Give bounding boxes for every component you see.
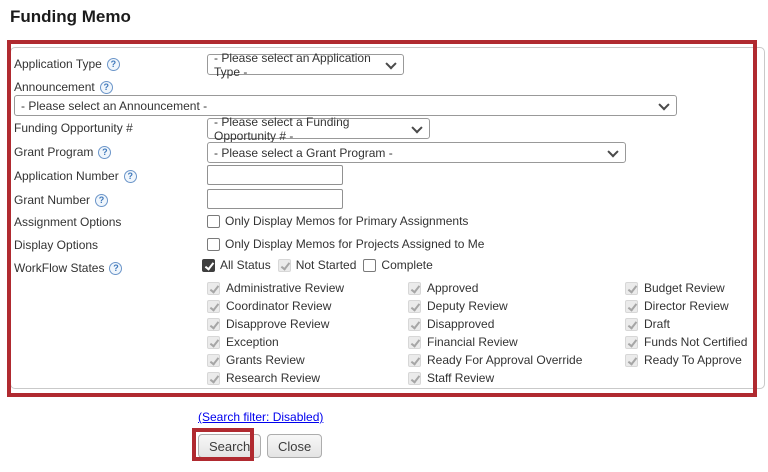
- search-filter-link[interactable]: (Search filter: Disabled): [198, 410, 323, 424]
- grant-number-label: Grant Number ?: [14, 193, 108, 207]
- workflow-state-item: Deputy Review: [408, 299, 508, 313]
- workflow-state-checkbox: [625, 318, 638, 331]
- application-type-label: Application Type ?: [14, 57, 120, 71]
- assignment-options-row: Only Display Memos for Primary Assignmen…: [207, 214, 468, 228]
- chevron-down-icon: [607, 146, 618, 157]
- complete-checkbox[interactable]: [363, 259, 376, 272]
- application-number-label: Application Number ?: [14, 169, 137, 183]
- workflow-state-item: Disapprove Review: [207, 317, 329, 331]
- funding-opportunity-select[interactable]: - Please select a Funding Opportunity # …: [207, 118, 430, 139]
- workflow-state-item: Approved: [408, 281, 478, 295]
- help-icon[interactable]: ?: [95, 194, 108, 207]
- help-icon[interactable]: ?: [124, 170, 137, 183]
- workflow-state-item: Ready To Approve: [625, 353, 742, 367]
- workflow-state-checkbox: [207, 300, 220, 313]
- workflow-state-item: Research Review: [207, 371, 320, 385]
- announcement-select[interactable]: - Please select an Announcement -: [14, 95, 677, 116]
- workflow-state-checkbox: [625, 300, 638, 313]
- workflow-state-item: Director Review: [625, 299, 729, 313]
- not-started-checkbox: [278, 259, 291, 272]
- funding-opportunity-selected-value: - Please select a Funding Opportunity # …: [214, 115, 409, 143]
- workflow-state-checkbox: [207, 282, 220, 295]
- grant-program-selected-value: - Please select a Grant Program -: [214, 146, 393, 160]
- workflow-state-checkbox: [207, 372, 220, 385]
- grant-program-select[interactable]: - Please select a Grant Program -: [207, 142, 626, 163]
- display-options-row: Only Display Memos for Projects Assigned…: [207, 237, 484, 251]
- not-started-option: Not Started: [278, 258, 357, 272]
- workflow-state-item: Exception: [207, 335, 279, 349]
- workflow-state-item: Disapproved: [408, 317, 494, 331]
- announcement-label: Announcement ?: [14, 80, 113, 94]
- assignment-options-label: Assignment Options: [14, 215, 121, 229]
- workflow-state-checkbox: [625, 354, 638, 367]
- primary-assignments-checkbox[interactable]: [207, 215, 220, 228]
- page-title: Funding Memo: [10, 7, 131, 27]
- workflow-state-item: Ready For Approval Override: [408, 353, 582, 367]
- workflow-state-checkbox: [408, 318, 421, 331]
- workflow-state-checkbox: [408, 282, 421, 295]
- help-icon[interactable]: ?: [98, 146, 111, 159]
- workflow-state-checkbox: [408, 300, 421, 313]
- workflow-state-checkbox: [408, 336, 421, 349]
- announcement-selected-value: - Please select an Announcement -: [21, 99, 207, 113]
- grant-program-label: Grant Program ?: [14, 145, 111, 159]
- workflow-states-label: WorkFlow States ?: [14, 261, 122, 275]
- application-type-selected-value: - Please select an Application Type -: [214, 51, 383, 79]
- workflow-state-item: Financial Review: [408, 335, 518, 349]
- search-button[interactable]: Search: [198, 434, 261, 458]
- workflow-state-checkbox: [207, 354, 220, 367]
- workflow-state-item: Staff Review: [408, 371, 494, 385]
- workflow-state-item: Draft: [625, 317, 670, 331]
- workflow-state-item: Budget Review: [625, 281, 725, 295]
- workflow-state-checkbox: [625, 282, 638, 295]
- workflow-state-item: Funds Not Certified: [625, 335, 747, 349]
- complete-option: Complete: [363, 258, 432, 272]
- application-number-input[interactable]: [207, 165, 343, 185]
- chevron-down-icon: [658, 99, 669, 110]
- chevron-down-icon: [385, 58, 396, 69]
- workflow-state-checkbox: [408, 354, 421, 367]
- application-type-select[interactable]: - Please select an Application Type -: [207, 54, 404, 75]
- all-status-checkbox[interactable]: [202, 259, 215, 272]
- close-button[interactable]: Close: [267, 434, 322, 458]
- chevron-down-icon: [411, 122, 422, 133]
- all-status-option: All Status: [202, 258, 271, 272]
- workflow-state-item: Coordinator Review: [207, 299, 331, 313]
- workflow-state-checkbox: [207, 318, 220, 331]
- display-options-label: Display Options: [14, 238, 98, 252]
- workflow-top-options: All Status Not Started Complete: [202, 258, 436, 272]
- workflow-state-checkbox: [625, 336, 638, 349]
- workflow-state-item: Grants Review: [207, 353, 305, 367]
- funding-opportunity-label: Funding Opportunity #: [14, 121, 133, 135]
- help-icon[interactable]: ?: [109, 262, 122, 275]
- grant-number-input[interactable]: [207, 189, 343, 209]
- workflow-state-item: Administrative Review: [207, 281, 344, 295]
- help-icon[interactable]: ?: [107, 58, 120, 71]
- workflow-state-checkbox: [207, 336, 220, 349]
- workflow-state-checkbox: [408, 372, 421, 385]
- projects-assigned-checkbox[interactable]: [207, 238, 220, 251]
- help-icon[interactable]: ?: [100, 81, 113, 94]
